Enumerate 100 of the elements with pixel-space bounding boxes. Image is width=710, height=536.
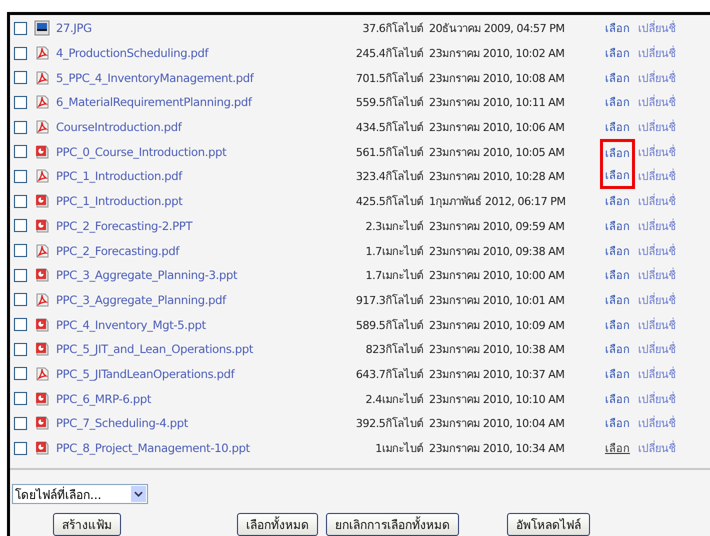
rename-link[interactable]: เปลี่ยนชื่ [638, 93, 676, 112]
checkbox[interactable] [14, 318, 27, 332]
file-link[interactable]: 27.JPG [56, 21, 308, 36]
file-size: 561.5กิโลไบต์ [354, 144, 423, 161]
rename-link[interactable]: เปลี่ยนชื่ [638, 118, 676, 136]
rename-link[interactable]: เปลี่ยนชื่ [638, 364, 676, 383]
rename-link[interactable]: เปลี่ยนชื่ [638, 266, 676, 284]
rename-link[interactable]: เปลี่ยนชื่ [638, 242, 676, 260]
presentation-file-icon [34, 415, 50, 432]
file-size: 245.4กิโลไบต์ [354, 46, 423, 62]
file-link[interactable]: PPC_2_Forecasting-2.PPT [56, 218, 308, 233]
choose-link[interactable]: เลือก [605, 364, 630, 383]
choose-link[interactable]: เลือก [605, 144, 630, 162]
checkbox[interactable] [14, 392, 27, 406]
file-link[interactable]: 4_ProductionScheduling.pdf [56, 46, 308, 60]
modified-date: 1กุมภาพันธ์ 2012, 06:17 PM [429, 194, 567, 210]
checkbox[interactable] [14, 145, 27, 158]
rename-link[interactable]: เปลี่ยนชื่ [638, 44, 676, 62]
action-dropdown[interactable]: โดยไฟล์ที่เลือก... [12, 484, 148, 504]
modified-date: 23มกราคม 2010, 09:38 AM [429, 244, 566, 260]
file-size: 434.5กิโลไบต์ [354, 120, 423, 136]
choose-link[interactable]: เลือก [605, 68, 630, 87]
presentation-file-icon [34, 144, 50, 160]
pdf-file-icon [34, 242, 50, 259]
file-link[interactable]: PPC_3_Aggregate_Planning-3.ppt [56, 268, 308, 282]
checkbox[interactable] [14, 194, 27, 208]
file-size: 643.7กิโลไบต์ [354, 366, 423, 383]
choose-link[interactable]: เลือก [605, 414, 630, 432]
choose-link[interactable]: เลือก [605, 340, 630, 358]
checkbox[interactable] [14, 170, 27, 183]
pdf-file-icon [34, 70, 50, 86]
file-link[interactable]: PPC_0_Course_Introduction.ppt [56, 144, 308, 159]
choose-link[interactable]: เลือก [605, 290, 630, 309]
choose-link[interactable]: เลือก [605, 44, 630, 62]
file-link[interactable]: CourseIntroduction.pdf [56, 120, 308, 134]
file-link[interactable]: PPC_3_Aggregate_Planning.pdf [56, 292, 308, 307]
create-folder-button[interactable]: สร้างแฟ้ม [53, 513, 121, 536]
checkbox[interactable] [14, 442, 27, 455]
rename-link[interactable]: เปลี่ยนชื่ [638, 390, 676, 408]
checkbox[interactable] [14, 268, 27, 282]
select-all-button[interactable]: เลือกทั้งหมด [237, 513, 318, 536]
presentation-file-icon [34, 218, 50, 234]
file-size: 425.5กิโลไบต์ [354, 194, 423, 210]
rename-link[interactable]: เปลี่ยนชื่ [638, 216, 676, 235]
modified-date: 23มกราคม 2010, 10:34 AM [429, 441, 566, 458]
upload-button[interactable]: อัพโหลดไฟล์ [507, 513, 590, 536]
choose-link[interactable]: เลือก [605, 390, 630, 408]
checkbox[interactable] [14, 293, 27, 306]
rename-link[interactable]: เปลี่ยนชื่ [638, 340, 676, 358]
rename-link[interactable]: เปลี่ยนชื่ [638, 439, 676, 458]
pdf-file-icon [34, 119, 50, 136]
checkbox[interactable] [14, 120, 27, 134]
choose-link[interactable]: เลือก [605, 93, 630, 112]
choose-link[interactable]: เลือก [605, 242, 630, 260]
file-link[interactable]: PPC_1_Introduction.pdf [56, 169, 308, 184]
rename-link[interactable]: เปลี่ยนชื่ [638, 316, 676, 334]
presentation-file-icon [34, 440, 50, 456]
rename-link[interactable]: เปลี่ยนชื่ [638, 290, 676, 309]
file-link[interactable]: PPC_6_MRP-6.ppt [56, 392, 308, 406]
choose-link[interactable]: เลือก [605, 166, 630, 184]
checkbox[interactable] [14, 46, 27, 60]
rename-link[interactable]: เปลี่ยนชื่ [638, 192, 676, 210]
file-link[interactable]: PPC_4_Inventory_Mgt-5.ppt [56, 318, 308, 332]
rename-link[interactable]: เปลี่ยนชื่ [638, 19, 676, 38]
checkbox[interactable] [14, 96, 27, 109]
deselect-all-button[interactable]: ยกเลิกการเลือกทั้งหมด [326, 513, 459, 536]
choose-link[interactable]: เลือก [605, 19, 630, 38]
file-size: 559.5กิโลไบต์ [354, 95, 423, 112]
modified-date: 20ธันวาคม 2009, 04:57 PM [429, 21, 566, 38]
choose-link[interactable]: เลือก [605, 118, 630, 136]
choose-link[interactable]: เลือก [605, 192, 630, 210]
checkbox[interactable] [14, 367, 27, 380]
rename-link[interactable]: เปลี่ยนชื่ [638, 142, 676, 161]
file-link[interactable]: PPC_8_Project_Management-10.ppt [56, 441, 308, 456]
modified-date: 23มกราคม 2010, 10:01 AM [429, 292, 566, 309]
file-size: 701.5กิโลไบต์ [354, 70, 423, 87]
choose-link[interactable]: เลือก [605, 216, 630, 235]
file-link[interactable]: PPC_5_JIT_and_Lean_Operations.ppt [56, 342, 308, 356]
file-link[interactable]: PPC_2_Forecasting.pdf [56, 244, 308, 258]
checkbox[interactable] [14, 219, 27, 232]
checkbox[interactable] [14, 342, 27, 356]
file-link[interactable]: PPC_5_JITandLeanOperations.pdf [56, 366, 308, 381]
file-link[interactable]: PPC_1_Introduction.ppt [56, 194, 308, 208]
file-link[interactable]: PPC_7_Scheduling-4.ppt [56, 416, 308, 430]
choose-link[interactable]: เลือก [605, 439, 630, 458]
checkbox[interactable] [14, 416, 27, 430]
file-link[interactable]: 5_PPC_4_InventoryManagement.pdf [56, 70, 308, 85]
checkbox[interactable] [14, 244, 27, 258]
file-link[interactable]: 6_MaterialRequirementPlanning.pdf [56, 95, 308, 110]
rename-link[interactable]: เปลี่ยนชื่ [638, 167, 676, 186]
pdf-file-icon [34, 94, 50, 110]
rename-link[interactable]: เปลี่ยนชื่ [638, 68, 676, 87]
presentation-file-icon [34, 193, 50, 210]
file-size: 1.7เมกะไบต์ [364, 244, 423, 260]
choose-link[interactable]: เลือก [605, 266, 630, 284]
checkbox[interactable] [14, 71, 27, 84]
choose-link[interactable]: เลือก [605, 316, 630, 334]
rename-link[interactable]: เปลี่ยนชื่ [638, 414, 676, 432]
image-file-icon [34, 20, 50, 36]
checkbox[interactable] [14, 22, 27, 35]
